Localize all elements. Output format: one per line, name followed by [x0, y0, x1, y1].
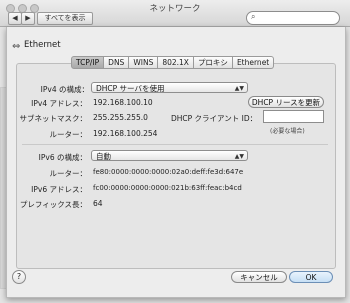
cancel-button[interactable]: キャンセル: [231, 271, 287, 283]
forward-button[interactable]: ▶: [21, 12, 35, 25]
router-label: ルーター：: [49, 130, 88, 139]
dhcp-client-id-label: DHCP クライアント ID：: [171, 114, 258, 123]
subnet-mask-value: 255.255.255.0: [93, 113, 148, 122]
back-button[interactable]: ◀: [8, 12, 22, 25]
router-value: 192.168.100.254: [93, 129, 158, 138]
ipv6-address-label: IPv6 アドレス：: [31, 185, 87, 194]
prefix-length-value: 64: [93, 199, 103, 208]
ipv6-config-select[interactable]: 自動 ▲▼: [91, 150, 248, 161]
network-window: ネットワーク ◀ ▶ すべてを表示 ⌕ ⇔ Ethernet TCP/IP DN…: [0, 0, 350, 303]
ipv6-router-value: fe80:0000:0000:0000:02a0:deff:fe3d:647e: [93, 168, 244, 176]
tab-ethernet[interactable]: Ethernet: [232, 56, 275, 69]
settings-tabs: TCP/IP DNS WINS 802.1X プロキシ Ethernet: [71, 56, 275, 69]
search-icon: ⌕: [251, 12, 256, 21]
subnet-mask-label: サブネットマスク：: [19, 114, 88, 123]
prefix-length-label: プレフィックス長：: [19, 200, 87, 209]
ipv4-address-label: IPv4 アドレス：: [31, 99, 87, 108]
renew-dhcp-button[interactable]: DHCP リースを更新: [248, 96, 324, 108]
ipv4-config-select[interactable]: DHCP サーバを使用 ▲▼: [91, 82, 248, 93]
ok-button[interactable]: OK: [289, 271, 333, 283]
ethernet-icon: ⇔: [12, 41, 21, 52]
title-bar: ネットワーク ◀ ▶ すべてを表示 ⌕: [0, 0, 350, 27]
dhcp-client-id-note: (必要な場合): [270, 128, 305, 135]
select-arrows-icon: ▲▼: [234, 153, 244, 160]
section-divider: [22, 144, 328, 145]
ipv6-router-label: ルーター：: [49, 169, 88, 178]
help-button[interactable]: ?: [12, 270, 26, 284]
ipv6-address-value: fc00:0000:0000:0000:021b:63ff:feac:b4cd: [93, 184, 242, 192]
select-arrows-icon: ▲▼: [234, 85, 244, 92]
ipv6-config-label: IPv6 の構成：: [38, 153, 87, 162]
tab-8021x[interactable]: 802.1X: [158, 56, 194, 69]
interface-name: Ethernet: [24, 40, 61, 50]
ipv6-config-value: 自動: [96, 152, 111, 161]
ipv4-config-value: DHCP サーバを使用: [96, 84, 165, 93]
tab-wins[interactable]: WINS: [129, 56, 159, 69]
tab-dns[interactable]: DNS: [104, 56, 130, 69]
ipv4-address-value: 192.168.100.10: [93, 98, 153, 107]
show-all-button[interactable]: すべてを表示: [37, 12, 93, 25]
search-input[interactable]: ⌕: [246, 11, 340, 25]
ipv4-config-label: IPv4 の構成：: [40, 85, 89, 94]
dhcp-client-id-field[interactable]: [263, 110, 324, 123]
tab-proxy[interactable]: プロキシ: [193, 56, 233, 69]
tab-tcpip[interactable]: TCP/IP: [71, 56, 105, 69]
